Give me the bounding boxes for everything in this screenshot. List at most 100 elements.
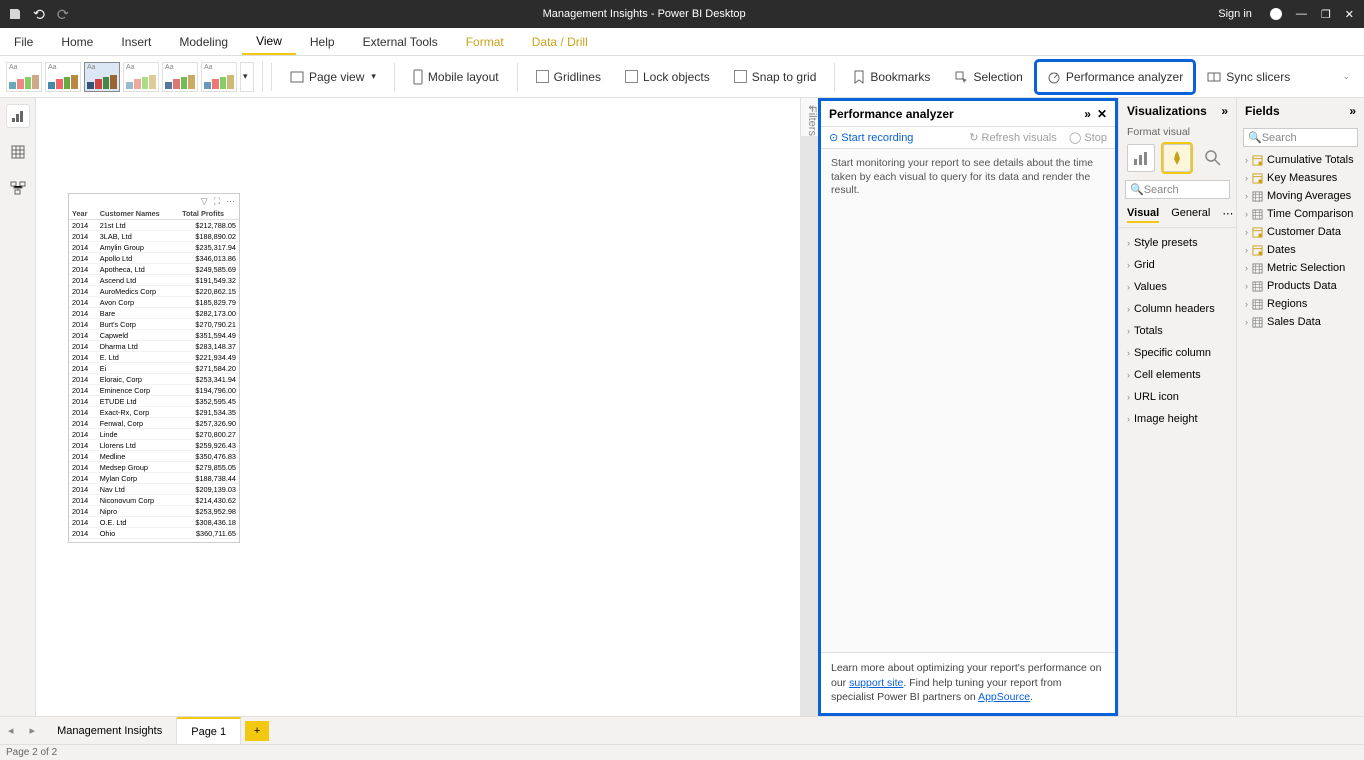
table-row[interactable]: 2014Nipro$253,952.98 <box>69 506 239 517</box>
sync-slicers-button[interactable]: Sync slicers <box>1197 62 1300 92</box>
viz-search-input[interactable]: 🔍 Search <box>1125 180 1230 199</box>
menu-view[interactable]: View <box>242 28 296 55</box>
menu-home[interactable]: Home <box>47 28 107 55</box>
table-visual[interactable]: ▽ ⛶ ⋯ YearCustomer NamesTotal Profits201… <box>68 193 240 543</box>
field-time-comparison[interactable]: ›Time Comparison <box>1237 205 1364 223</box>
table-row[interactable]: 2014Eloraic, Corp$253,341.94 <box>69 374 239 385</box>
lock-objects-checkbox[interactable]: Lock objects <box>615 62 720 92</box>
viz-section-url-icon[interactable]: ›URL icon <box>1119 386 1236 408</box>
table-row[interactable]: 2014Ohio$360,711.65 <box>69 528 239 539</box>
perf-collapse-icon[interactable]: » <box>1084 107 1091 121</box>
menu-insert[interactable]: Insert <box>107 28 165 55</box>
menu-file[interactable]: File <box>0 28 47 55</box>
page-view-button[interactable]: Page view▾ <box>280 62 386 92</box>
table-row[interactable]: 2014Amylin Group$235,317.94 <box>69 242 239 253</box>
report-canvas[interactable]: ▽ ⛶ ⋯ YearCustomer NamesTotal Profits201… <box>36 98 800 716</box>
tab-visual[interactable]: Visual <box>1127 207 1159 223</box>
fields-collapse-icon[interactable]: » <box>1349 104 1356 118</box>
viz-section-grid[interactable]: ›Grid <box>1119 254 1236 276</box>
table-row[interactable]: 2014Nav Ltd$209,139.03 <box>69 484 239 495</box>
start-recording-button[interactable]: ⊙ Start recording <box>829 131 913 144</box>
viz-section-values[interactable]: ›Values <box>1119 276 1236 298</box>
more-icon[interactable]: ⋯ <box>226 196 235 206</box>
report-view-icon[interactable] <box>6 104 30 128</box>
table-row[interactable]: 2014Avon Corp$185,829.79 <box>69 297 239 308</box>
page-tab-page-1[interactable]: Page 1 <box>177 717 241 744</box>
table-row[interactable]: 2014Fenwal, Corp$257,326.90 <box>69 418 239 429</box>
viz-section-cell-elements[interactable]: ›Cell elements <box>1119 364 1236 386</box>
undo-icon[interactable] <box>32 7 46 21</box>
minimize-icon[interactable]: — <box>1296 8 1307 20</box>
table-row[interactable]: 2014Mylan Corp$188,738.44 <box>69 473 239 484</box>
snap-to-grid-checkbox[interactable]: Snap to grid <box>724 62 827 92</box>
field-metric-selection[interactable]: ›Metric Selection <box>1237 259 1364 277</box>
add-page-button[interactable]: + <box>245 721 269 741</box>
viz-section-column-headers[interactable]: ›Column headers <box>1119 298 1236 320</box>
close-icon[interactable]: ✕ <box>1345 8 1354 21</box>
mobile-layout-button[interactable]: Mobile layout <box>403 62 509 92</box>
theme-dropdown-icon[interactable]: ▾ <box>240 62 254 92</box>
menu-external-tools[interactable]: External Tools <box>349 28 452 55</box>
avatar-icon[interactable] <box>1270 8 1282 20</box>
save-icon[interactable] <box>8 7 22 21</box>
field-moving-averages[interactable]: ›Moving Averages <box>1237 187 1364 205</box>
menu-data---drill[interactable]: Data / Drill <box>518 28 602 55</box>
table-row[interactable]: 2014Dharma Ltd$283,148.37 <box>69 341 239 352</box>
page-next-icon[interactable]: ▸ <box>22 724 44 737</box>
theme-1[interactable]: Aa <box>45 62 81 92</box>
table-row[interactable]: 2014Eminence Corp$194,796.00 <box>69 385 239 396</box>
field-cumulative-totals[interactable]: ›Cumulative Totals <box>1237 151 1364 169</box>
menu-help[interactable]: Help <box>296 28 349 55</box>
focus-icon[interactable]: ⛶ <box>214 196 220 206</box>
viz-section-specific-column[interactable]: ›Specific column <box>1119 342 1236 364</box>
table-row[interactable]: 2014Apotheca, Ltd$249,585.69 <box>69 264 239 275</box>
table-row[interactable]: 2014Capweld$351,594.49 <box>69 330 239 341</box>
build-visual-icon[interactable] <box>1127 144 1155 172</box>
field-customer-data[interactable]: ›Customer Data <box>1237 223 1364 241</box>
table-row[interactable]: 2014Llorens Ltd$259,926.43 <box>69 440 239 451</box>
table-row[interactable]: 2014Medline$350,476.83 <box>69 451 239 462</box>
redo-icon[interactable] <box>56 7 70 21</box>
signin-link[interactable]: Sign in <box>1218 8 1252 20</box>
appsource-link[interactable]: AppSource <box>978 691 1030 703</box>
support-site-link[interactable]: support site <box>849 677 903 689</box>
selection-button[interactable]: Selection <box>944 62 1032 92</box>
table-row[interactable]: 2014Ascend Ltd$191,549.32 <box>69 275 239 286</box>
field-regions[interactable]: ›Regions <box>1237 295 1364 313</box>
viz-section-style-presets[interactable]: ›Style presets <box>1119 232 1236 254</box>
analytics-icon[interactable] <box>1199 144 1227 172</box>
field-dates[interactable]: ›Dates <box>1237 241 1364 259</box>
table-row[interactable]: 2014Apollo Ltd$346,013.86 <box>69 253 239 264</box>
col-year[interactable]: Year <box>69 208 97 220</box>
field-sales-data[interactable]: ›Sales Data <box>1237 313 1364 331</box>
theme-5[interactable]: Aa <box>201 62 237 92</box>
table-row[interactable]: 201421st Ltd$212,788.05 <box>69 220 239 231</box>
maximize-icon[interactable]: ❐ <box>1321 8 1331 21</box>
table-row[interactable]: 2014O.E. Ltd$308,436.18 <box>69 517 239 528</box>
model-view-icon[interactable] <box>6 176 30 200</box>
viz-collapse-icon[interactable]: » <box>1221 104 1228 118</box>
col-total-profits[interactable]: Total Profits <box>179 208 239 220</box>
table-row[interactable]: 2014Medsep Group$279,855.05 <box>69 462 239 473</box>
table-row[interactable]: 2014Exact-Rx, Corp$291,534.35 <box>69 407 239 418</box>
menu-modeling[interactable]: Modeling <box>165 28 242 55</box>
table-row[interactable]: 2014Linde$270,800.27 <box>69 429 239 440</box>
filters-expand-icon[interactable]: « <box>808 102 814 113</box>
table-row[interactable]: 2014AuroMedics Corp$220,862.15 <box>69 286 239 297</box>
col-customer-names[interactable]: Customer Names <box>97 208 179 220</box>
table-row[interactable]: 2014Bare$282,173.00 <box>69 308 239 319</box>
format-visual-icon[interactable] <box>1163 144 1191 172</box>
table-row[interactable]: 2014Burt's Corp$270,790.21 <box>69 319 239 330</box>
page-tab-management-insights[interactable]: Management Insights <box>43 717 177 744</box>
performance-analyzer-button[interactable]: Performance analyzer <box>1037 62 1193 92</box>
theme-4[interactable]: Aa <box>162 62 198 92</box>
viz-more-icon[interactable]: ⋯ <box>1222 207 1233 223</box>
menu-format[interactable]: Format <box>452 28 518 55</box>
table-row[interactable]: 20143LAB, Ltd$188,890.02 <box>69 231 239 242</box>
table-row[interactable]: 2014Ei$271,584.20 <box>69 363 239 374</box>
field-key-measures[interactable]: ›Key Measures <box>1237 169 1364 187</box>
theme-3[interactable]: Aa <box>123 62 159 92</box>
theme-2[interactable]: Aa <box>84 62 120 92</box>
theme-gallery[interactable]: AaAaAaAaAaAa▾ <box>6 62 263 92</box>
table-row[interactable]: 2014ETUDE Ltd$352,595.45 <box>69 396 239 407</box>
